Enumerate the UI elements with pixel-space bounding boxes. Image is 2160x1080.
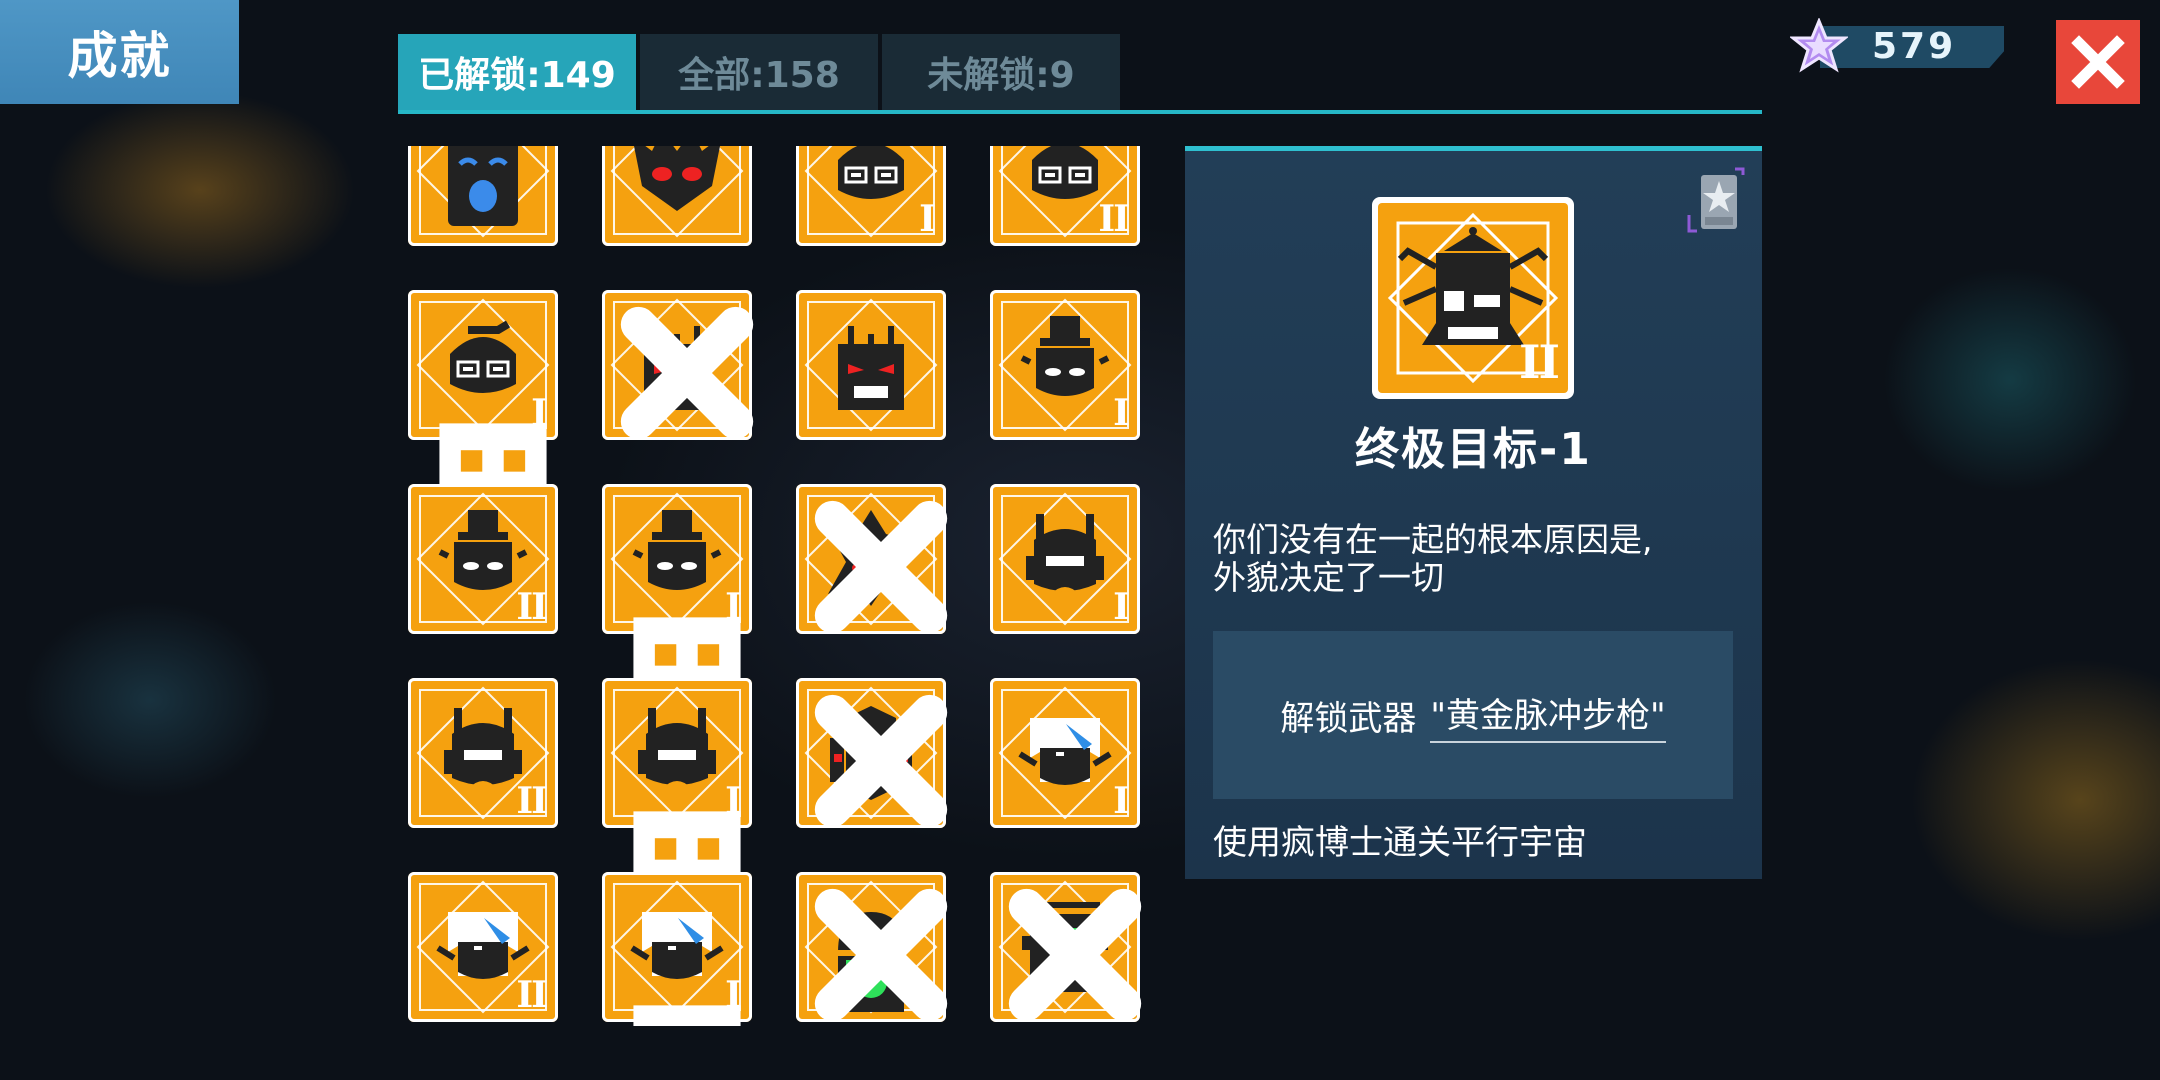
reward-prefix: 解锁武器 (1280, 698, 1417, 739)
skull-icon (418, 402, 547, 531)
star-gem-icon (1790, 18, 1848, 73)
achievement-tile[interactable]: I (796, 146, 946, 246)
skull-icon (612, 596, 741, 725)
achievement-tile[interactable]: II (408, 484, 558, 634)
achievement-tile[interactable] (602, 146, 752, 246)
currency-value: 579 (1872, 26, 1957, 67)
reward-text: 解锁武器 "黄金脉冲步枪" (1213, 631, 1733, 799)
tab-all-label: 全部:158 (678, 55, 840, 96)
achievement-title: 终极目标-1 (1355, 424, 1592, 475)
achievement-emblem-icon (610, 146, 744, 238)
achievement-tile[interactable] (796, 678, 948, 828)
locked-x-icon (806, 880, 948, 1022)
rank-label: I (725, 780, 742, 822)
rank-label: I (1113, 780, 1130, 822)
tab-underline (398, 110, 1762, 114)
locked-x-icon (806, 492, 948, 634)
rank-label: II (1098, 198, 1130, 240)
locked-x-icon (612, 298, 754, 440)
locked-x-icon (1000, 880, 1142, 1022)
tab-unlocked-label: 已解锁:149 (418, 55, 616, 96)
achievement-tile[interactable]: II (990, 146, 1140, 246)
achievement-tile[interactable] (990, 872, 1142, 1022)
page-title-box: 成就 (0, 0, 239, 104)
rank-label: II (516, 974, 548, 1016)
skull-icon (612, 790, 741, 919)
rank-label: II (516, 780, 548, 822)
rank-label: I (1113, 392, 1130, 434)
achievement-tile[interactable] (796, 290, 946, 440)
achievement-tile[interactable]: I (990, 678, 1140, 828)
rank-label: I (725, 974, 742, 1016)
achievement-tile[interactable]: I (990, 290, 1140, 440)
tab-unlocked[interactable]: 已解锁:149 (398, 34, 636, 110)
tab-bar: 已解锁:149 全部:158 未解锁:9 (398, 34, 1762, 114)
ultimate-target-boss-icon: II (1378, 203, 1568, 393)
achievement-tile[interactable] (602, 290, 754, 440)
reward-weapon-link[interactable]: "黄金脉冲步枪" (1430, 688, 1666, 743)
achievement-tile[interactable]: I (990, 484, 1140, 634)
tab-locked-label: 未解锁:9 (927, 55, 1075, 96)
achievement-grid[interactable]: I II I I II I I II I I II I (408, 146, 1148, 1026)
achievement-tile[interactable] (796, 484, 948, 634)
page-title: 成就 (67, 27, 172, 85)
achievement-description-line: 外貌决定了一切 (1213, 558, 1444, 597)
achievement-emblem-icon (416, 146, 550, 238)
achievement-detail-panel: II 终极目标-1 你们没有在一起的根本原因是, 外貌决定了一切 解锁武器 "黄… (1185, 146, 1762, 879)
rank-label: I (919, 198, 936, 240)
rank-label: I (725, 586, 742, 628)
achievement-tile[interactable]: I (408, 290, 558, 531)
achievement-tile[interactable]: I (602, 678, 752, 919)
rank-label: I (1113, 586, 1130, 628)
currency-display: 579 (1790, 18, 2004, 73)
achievement-tile[interactable]: I (602, 872, 752, 1026)
achievement-description-line: 你们没有在一起的根本原因是, (1213, 520, 1653, 559)
close-button[interactable] (2056, 20, 2140, 104)
achievement-tile[interactable]: II (408, 678, 558, 828)
achievement-tile[interactable]: II (408, 872, 558, 1022)
achievement-condition: 使用疯博士通关平行宇宙 (1213, 823, 1587, 863)
achievement-tile[interactable] (408, 146, 558, 246)
achievement-emblem-icon (804, 298, 938, 432)
achievement-tile[interactable]: I (602, 484, 752, 725)
reward-box: 解锁武器 "黄金脉冲步枪" (1213, 631, 1733, 799)
achievement-description: 你们没有在一起的根本原因是, 外貌决定了一切 (1213, 521, 1743, 597)
detail-icon-frame: II (1372, 197, 1574, 399)
tab-all[interactable]: 全部:158 (640, 34, 878, 110)
close-icon (2071, 35, 2125, 89)
rank-label: II (516, 586, 548, 628)
achievement-tile[interactable] (796, 872, 948, 1022)
skull-icon (612, 984, 741, 1026)
tab-locked[interactable]: 未解锁:9 (882, 34, 1120, 110)
detail-rank-label: II (1518, 335, 1560, 389)
locked-x-icon (806, 686, 948, 828)
medal-icon[interactable] (1685, 165, 1747, 239)
rank-label: I (531, 392, 548, 434)
